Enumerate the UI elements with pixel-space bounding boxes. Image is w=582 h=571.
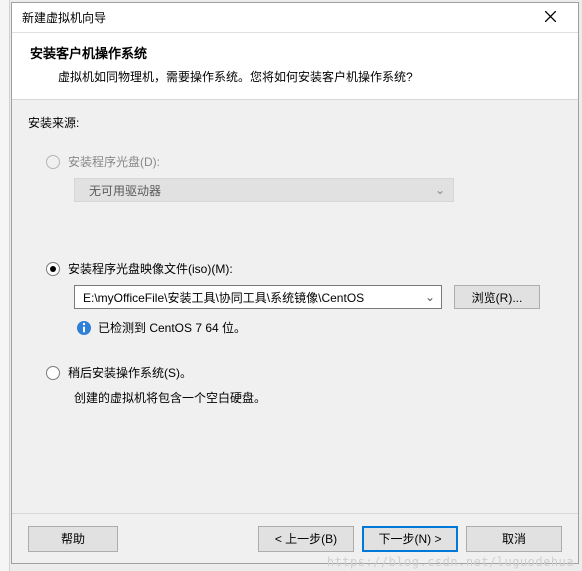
radio-iso-label: 安装程序光盘映像文件(iso)(M): [68, 260, 233, 277]
cancel-button[interactable]: 取消 [466, 526, 562, 552]
radio-option-iso[interactable]: 安装程序光盘映像文件(iso)(M): [46, 260, 562, 277]
later-option-note: 创建的虚拟机将包含一个空白硬盘。 [74, 389, 562, 406]
window-close-button[interactable] [530, 4, 570, 32]
wizard-header-title: 安装客户机操作系统 [30, 43, 560, 62]
new-vm-wizard-dialog: 新建虚拟机向导 安装客户机操作系统 虚拟机如同物理机，需要操作系统。您将如何安装… [11, 2, 579, 564]
radio-option-later[interactable]: 稍后安装操作系统(S)。 [46, 364, 562, 381]
chevron-down-icon: ⌄ [435, 183, 445, 197]
disc-drive-value: 无可用驱动器 [89, 182, 161, 199]
wizard-header-subtitle: 虚拟机如同物理机，需要操作系统。您将如何安装客户机操作系统? [58, 68, 560, 85]
info-icon [76, 320, 92, 336]
wizard-content: 安装来源: 安装程序光盘(D): 无可用驱动器 ⌄ 安装程序光盘映像文件(iso… [12, 100, 578, 513]
install-source-label: 安装来源: [28, 114, 562, 131]
titlebar: 新建虚拟机向导 [12, 3, 578, 33]
radio-disc-label: 安装程序光盘(D): [68, 153, 160, 170]
disc-drive-dropdown: 无可用驱动器 ⌄ [74, 178, 454, 202]
back-button[interactable]: < 上一步(B) [258, 526, 354, 552]
close-icon [545, 11, 556, 25]
help-button[interactable]: 帮助 [28, 526, 118, 552]
os-detected-row: 已检测到 CentOS 7 64 位。 [76, 319, 562, 336]
radio-option-disc: 安装程序光盘(D): [46, 153, 562, 170]
radio-later-label: 稍后安装操作系统(S)。 [68, 364, 192, 381]
radio-icon [46, 366, 60, 380]
iso-path-combobox[interactable]: E:\myOfficeFile\安装工具\协同工具\系统镜像\CentOS ⌄ [74, 285, 442, 309]
window-title: 新建虚拟机向导 [22, 9, 530, 26]
next-button[interactable]: 下一步(N) > [362, 526, 458, 552]
iso-path-value: E:\myOfficeFile\安装工具\协同工具\系统镜像\CentOS [83, 289, 425, 306]
browse-button[interactable]: 浏览(R)... [454, 285, 540, 309]
wizard-footer: 帮助 < 上一步(B) 下一步(N) > 取消 [12, 513, 578, 563]
radio-icon [46, 155, 60, 169]
wizard-header: 安装客户机操作系统 虚拟机如同物理机，需要操作系统。您将如何安装客户机操作系统? [12, 33, 578, 100]
os-detected-text: 已检测到 CentOS 7 64 位。 [98, 319, 246, 336]
background-fragment [0, 0, 10, 571]
radio-icon [46, 262, 60, 276]
chevron-down-icon: ⌄ [425, 290, 435, 304]
